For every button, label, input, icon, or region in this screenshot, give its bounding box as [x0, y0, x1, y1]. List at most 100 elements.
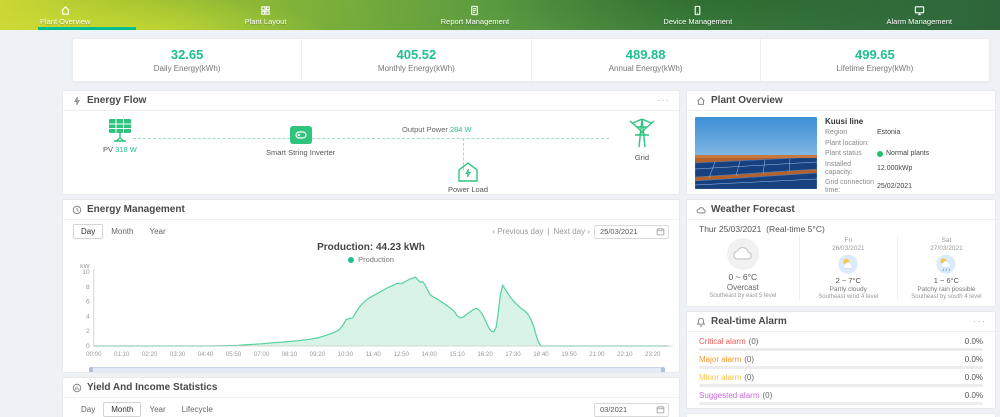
tab-month[interactable]: Month [103, 402, 141, 417]
month-picker[interactable] [594, 403, 669, 417]
plant-photo [695, 117, 817, 189]
forecast-day: Sat27/03/2021 [930, 237, 963, 253]
more-button[interactable]: ··· [973, 318, 986, 326]
svg-text:14:00: 14:00 [421, 351, 437, 358]
nav-tab-label: Report Management [441, 17, 509, 26]
forecast-wind: Southeast by south 4 level [911, 294, 981, 300]
tab-year[interactable]: Year [141, 224, 173, 239]
weather-today: 0 ~ 6°C Overcast Southeast by east 5 lev… [687, 236, 799, 300]
more-button[interactable]: ··· [657, 97, 670, 105]
tab-plant-overview[interactable]: Plant Overview [40, 5, 90, 26]
tab-plant-layout[interactable]: Plant Layout [245, 5, 287, 26]
inverter-node[interactable]: Smart String Inverter [266, 124, 335, 157]
svg-text:19:50: 19:50 [561, 351, 577, 358]
svg-text:09:20: 09:20 [310, 351, 326, 358]
power-load-icon [456, 161, 480, 183]
info-row-region: Region Estonia [825, 129, 987, 137]
grid-label: Grid [635, 153, 649, 162]
alarm-percentage: 0.0% [965, 355, 983, 364]
forecast-wind: Southeast wind 4 level [818, 294, 878, 300]
date-picker[interactable] [594, 225, 669, 239]
svg-text:15:10: 15:10 [449, 351, 465, 358]
panel-title: Energy Management [87, 204, 185, 215]
zoom-handle-left[interactable] [89, 367, 93, 373]
report-icon [469, 5, 480, 16]
svg-text:18:40: 18:40 [533, 351, 549, 358]
clock-icon [72, 205, 82, 215]
stat-monthly-energy: 405.52 Monthly Energy(kWh) [302, 39, 531, 81]
date-input[interactable] [600, 227, 652, 236]
tab-device-management[interactable]: Device Management [663, 5, 732, 26]
pv-node[interactable]: PV 318 W [103, 117, 137, 154]
tab-lifecycle[interactable]: Lifecycle [174, 402, 221, 417]
plant-overview-panel: Plant Overview [686, 90, 996, 195]
alarm-progress-bar [699, 366, 983, 369]
period-tabs: Day Month Year [73, 224, 174, 239]
alarm-percentage: 0.0% [965, 391, 983, 400]
power-load-node[interactable]: Power Load [448, 161, 488, 194]
inverter-label: Smart String Inverter [266, 148, 335, 157]
svg-text:03:30: 03:30 [170, 351, 186, 358]
info-row-grid-time: Grid connection time: 25/02/2021 [825, 179, 987, 195]
home-icon [696, 96, 706, 106]
zoom-handle-right[interactable] [661, 367, 665, 373]
alarm-row-major[interactable]: Major alarm(0) 0.0% [699, 355, 983, 369]
top-navigation: Plant Overview Plant Layout Report Manag… [0, 0, 1000, 30]
nav-tab-label: Plant Layout [245, 17, 287, 26]
svg-text:21:00: 21:00 [589, 351, 605, 358]
svg-text:08:10: 08:10 [282, 351, 298, 358]
forecast-day: Fri26/03/2021 [832, 237, 865, 253]
forecast-condition: Partly cloudy [830, 286, 867, 293]
month-input[interactable] [600, 405, 652, 414]
alarm-row-minor[interactable]: Minor alarm(0) 0.0% [699, 373, 983, 387]
tab-year[interactable]: Year [141, 402, 173, 417]
panel-title: Weather Forecast [711, 204, 795, 215]
energy-management-toolbar: Day Month Year ‹ Previous day | Next day… [63, 220, 679, 241]
svg-text:01:10: 01:10 [114, 351, 130, 358]
realtime-alarm-panel: Real-time Alarm ··· Critical alarm(0) 0.… [686, 311, 996, 409]
stat-label: Daily Energy(kWh) [154, 64, 221, 73]
weather-forecast-panel: Weather Forecast Thur 25/03/2021 (Real-t… [686, 199, 996, 307]
partly-cloudy-icon [837, 254, 859, 274]
today-condition: Overcast [727, 283, 759, 292]
alarm-row-critical[interactable]: Critical alarm(0) 0.0% [699, 337, 983, 351]
date-navigation: ‹ Previous day | Next day › [492, 225, 669, 239]
forecast-temp: 2 ~ 7°C [836, 276, 861, 285]
svg-text:0: 0 [86, 343, 90, 350]
info-row-location: Plant location: [825, 140, 987, 148]
alarm-percentage: 0.0% [965, 337, 983, 346]
tab-day[interactable]: Day [73, 224, 103, 239]
inverter-icon [289, 124, 313, 146]
active-tab-underline [38, 27, 136, 30]
tab-day[interactable]: Day [73, 402, 103, 417]
stat-label: Annual Energy(kWh) [609, 64, 683, 73]
yield-toolbar: Day Month Year Lifecycle [63, 398, 679, 417]
layout-icon [260, 5, 271, 16]
svg-text:02:20: 02:20 [142, 351, 158, 358]
previous-day-link[interactable]: ‹ Previous day [492, 227, 543, 236]
grid-tower-icon [627, 113, 657, 151]
svg-text:kW: kW [80, 264, 90, 270]
alarm-row-suggested[interactable]: Suggested alarm(0) 0.0% [699, 391, 983, 405]
today-wind: Southeast by east 5 level [709, 293, 776, 299]
forecast-condition: Patchy rain possible [917, 286, 975, 293]
tab-alarm-management[interactable]: Alarm Management [887, 5, 952, 26]
svg-text:04:40: 04:40 [198, 351, 214, 358]
next-day-link[interactable]: Next day › [554, 227, 590, 236]
chart-legend[interactable]: Production [63, 255, 679, 264]
svg-text:10:30: 10:30 [338, 351, 354, 358]
svg-text:23:20: 23:20 [645, 351, 661, 358]
energy-flow-panel: Energy Flow ··· Output Power 284 W PV 31… [62, 90, 680, 195]
home-icon [60, 5, 71, 16]
info-row-status: Plant status Normal plants [825, 150, 987, 158]
tab-report-management[interactable]: Report Management [441, 5, 509, 26]
chart-zoom-scrollbar[interactable] [89, 367, 665, 373]
stat-annual-energy: 489.88 Annual Energy(kWh) [532, 39, 761, 81]
tab-month[interactable]: Month [103, 224, 141, 239]
stat-value: 32.65 [171, 47, 204, 62]
grid-node[interactable]: Grid [627, 113, 657, 162]
yield-chart-icon [72, 383, 82, 393]
svg-text:16:20: 16:20 [477, 351, 493, 358]
energy-stats-bar: 32.65 Daily Energy(kWh) 405.52 Monthly E… [72, 38, 990, 82]
bell-icon [696, 317, 706, 327]
